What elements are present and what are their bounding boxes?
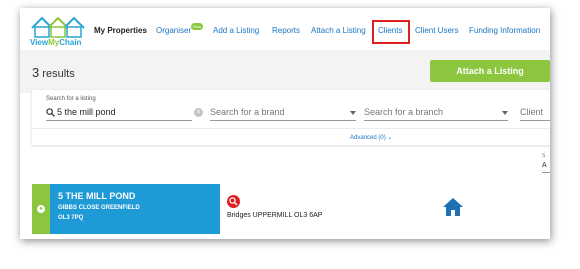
results-bar: 3 results Attach a Listing [20,50,550,93]
logo-wordmark: ViewMyChain [30,38,81,47]
nav-my-properties[interactable]: My Properties [94,26,147,35]
listing-address-panel[interactable]: 5 THE MILL POND GIBBS CLOSE GREENFIELD O… [50,184,220,234]
logo-text-view: View [30,38,49,47]
chevron-down-icon[interactable] [350,111,356,115]
logo-text-chain: Chain [59,38,82,47]
divider [32,128,550,129]
client-select[interactable]: Client [520,106,550,121]
logo-houses-icon [31,16,85,38]
listing-search-label: Search for a listing [46,96,96,102]
brand-select[interactable]: Search for a brand [210,106,356,121]
sort-underline [542,172,550,173]
results-number: 3 [32,65,40,80]
agent-search-icon[interactable] [227,195,240,208]
search-icon [46,108,55,117]
listing-search-input[interactable]: 5 the mill pond [46,106,192,121]
clients-highlight-box [372,20,410,44]
app-window: ViewMyChain My Properties Organiser New … [20,8,550,239]
search-panel: Search for a listing 5 the mill pond × S… [32,90,550,145]
magnifier-icon [229,197,238,206]
nav-reports[interactable]: Reports [272,26,300,35]
client-placeholder: Client [520,107,544,117]
nav-client-users[interactable]: Client Users [415,26,459,35]
listing-address-line1: GIBBS CLOSE GREENFIELD [58,205,140,211]
nav-organiser[interactable]: Organiser [156,26,191,35]
listing-card[interactable]: ● 5 THE MILL POND GIBBS CLOSE GREENFIELD… [32,184,550,234]
branch-select[interactable]: Search for a branch [364,106,508,121]
status-dot-icon: ● [37,205,45,213]
chevron-down-icon: ⌄ [387,135,393,141]
chevron-down-icon[interactable] [502,111,508,115]
attach-listing-button[interactable]: Attach a Listing [430,60,550,82]
sort-select[interactable]: A [542,162,547,169]
nav-attach-listing[interactable]: Attach a Listing [311,26,366,35]
new-badge: New [191,23,203,30]
top-navigation: ViewMyChain My Properties Organiser New … [20,8,550,50]
agent-branch: Bridges UPPERMILL OL3 6AP [227,212,323,219]
home-icon[interactable] [442,197,464,217]
logo-text-my: My [48,38,60,47]
nav-funding-information[interactable]: Funding Information [469,26,540,35]
brand-placeholder: Search for a brand [210,107,285,117]
branch-placeholder: Search for a branch [364,107,444,117]
results-label: results [42,68,75,80]
listing-search-value: 5 the mill pond [57,107,116,117]
listing-status-strip: ● [32,184,50,234]
advanced-search-toggle[interactable]: Advanced (0) ⌄ [350,134,392,141]
listing-address-line2: OL3 7PQ [58,215,84,221]
clear-icon[interactable]: × [194,108,203,117]
advanced-label: Advanced (0) [350,135,386,141]
listing-title: 5 THE MILL POND [58,191,136,201]
sort-label: S [542,153,546,159]
viewmychain-logo[interactable]: ViewMyChain [30,14,90,48]
nav-add-listing[interactable]: Add a Listing [213,26,259,35]
results-count: 3 results [32,65,75,80]
